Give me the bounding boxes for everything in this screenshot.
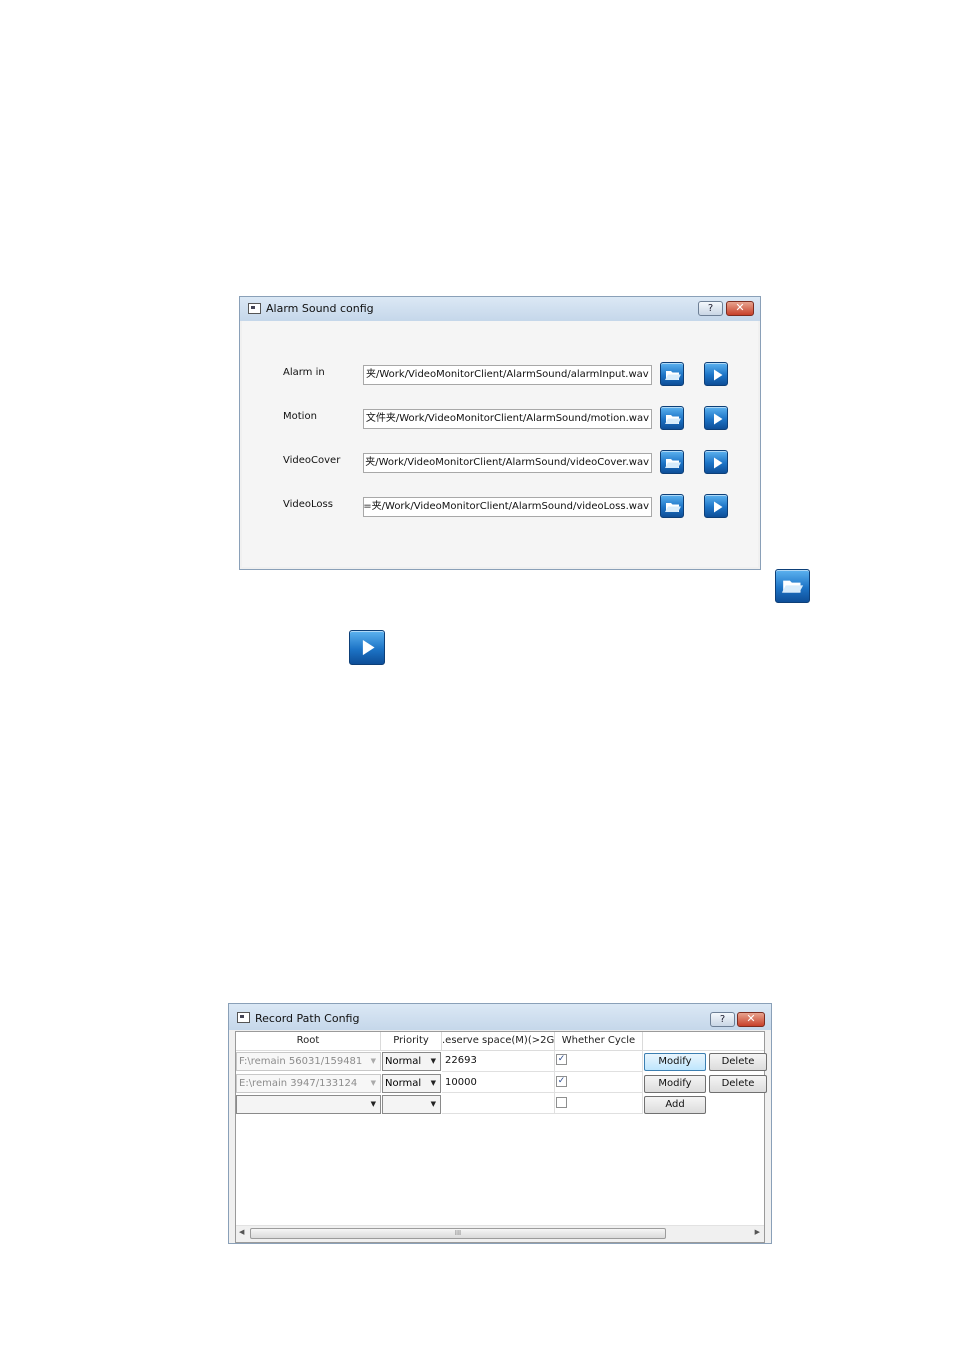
chevron-down-icon: ▼ — [430, 1079, 436, 1087]
play-icon-sample — [349, 630, 385, 665]
chevron-down-icon: ▼ — [370, 1057, 376, 1065]
column-header-reserve-space[interactable]: .eserve space(M)(>2G — [442, 1032, 555, 1051]
modify-button[interactable]: Modify — [644, 1075, 706, 1093]
delete-button[interactable]: Delete — [709, 1053, 767, 1071]
scrollbar-grip: III — [454, 1229, 462, 1237]
alarm-sound-config-dialog: Alarm Sound config ? ✕ Alarm in 夹/Work/V… — [239, 296, 761, 570]
priority-combobox[interactable]: Normal ▼ — [382, 1052, 441, 1071]
title-bar: Record Path Config ? ✕ — [229, 1004, 771, 1030]
videoloss-play-button[interactable] — [704, 494, 728, 518]
alarm-in-path-text: 夹/Work/VideoMonitorClient/AlarmSound/ala… — [366, 369, 649, 380]
whether-cycle-checkbox[interactable] — [556, 1097, 567, 1108]
play-icon — [362, 639, 375, 656]
close-button[interactable]: ✕ — [726, 301, 754, 316]
play-icon — [714, 413, 723, 425]
folder-open-icon — [665, 371, 681, 380]
whether-cycle-checkbox[interactable]: ✓ — [556, 1054, 567, 1065]
videoloss-path-text: =夹/Work/VideoMonitorClient/AlarmSound/vi… — [363, 501, 649, 512]
root-combobox[interactable]: E:\remain 3947/133124 ▼ — [236, 1074, 381, 1093]
delete-button[interactable]: Delete — [709, 1075, 767, 1093]
cycle-cell — [555, 1072, 643, 1093]
alarm-in-path-input[interactable]: 夹/Work/VideoMonitorClient/AlarmSound/ala… — [363, 365, 652, 385]
priority-combobox[interactable]: Normal ▼ — [382, 1074, 441, 1093]
reserve-space-value[interactable]: 10000 — [445, 1073, 477, 1092]
window-icon — [248, 303, 261, 314]
root-value: E:\remain 3947/133124 — [239, 1078, 358, 1089]
cycle-cell — [555, 1093, 643, 1114]
chevron-down-icon: ▼ — [370, 1079, 376, 1087]
videocover-play-button[interactable] — [704, 450, 728, 474]
root-value: F:\remain 56031/159481 — [239, 1056, 363, 1067]
dialog-title: Alarm Sound config — [266, 302, 374, 315]
play-icon — [714, 457, 723, 469]
folder-open-icon — [665, 415, 681, 424]
folder-open-icon — [665, 459, 681, 468]
videocover-path-input[interactable]: 夹/Work/VideoMonitorClient/AlarmSound/vid… — [363, 453, 652, 473]
title-bar: Alarm Sound config ? ✕ — [240, 297, 760, 321]
root-combobox[interactable]: F:\remain 56031/159481 ▼ — [236, 1052, 381, 1071]
motion-browse-button[interactable] — [660, 406, 684, 430]
record-path-table: Root Priority .eserve space(M)(>2G Wheth… — [235, 1031, 767, 1243]
column-header-priority[interactable]: Priority — [381, 1032, 442, 1051]
alarm-in-play-button[interactable] — [704, 362, 728, 386]
chevron-down-icon: ▼ — [370, 1100, 376, 1108]
scrollbar-thumb[interactable]: III — [250, 1228, 666, 1239]
videocover-label: VideoCover — [283, 455, 341, 466]
play-icon — [714, 369, 723, 381]
videoloss-browse-button[interactable] — [660, 494, 684, 518]
priority-combobox[interactable]: ▼ — [382, 1095, 441, 1114]
scroll-left-icon[interactable]: ◀ — [239, 1228, 244, 1236]
window-icon — [237, 1012, 250, 1023]
alarm-in-label: Alarm in — [283, 367, 325, 378]
whether-cycle-checkbox[interactable]: ✓ — [556, 1076, 567, 1087]
close-button[interactable]: ✕ — [737, 1012, 765, 1027]
cycle-cell — [555, 1051, 643, 1072]
scroll-right-icon[interactable]: ▶ — [755, 1228, 760, 1236]
priority-value: Normal — [385, 1078, 422, 1089]
priority-value: Normal — [385, 1056, 422, 1067]
motion-path-text: 文件夹/Work/VideoMonitorClient/AlarmSound/m… — [365, 413, 649, 424]
reserve-cell — [442, 1093, 555, 1114]
motion-label: Motion — [283, 411, 317, 422]
chevron-down-icon: ▼ — [430, 1057, 436, 1065]
videoloss-path-input[interactable]: =夹/Work/VideoMonitorClient/AlarmSound/vi… — [363, 497, 652, 517]
chevron-down-icon: ▼ — [430, 1100, 436, 1108]
column-header-actions — [643, 1032, 764, 1051]
folder-open-icon — [665, 503, 681, 512]
motion-play-button[interactable] — [704, 406, 728, 430]
horizontal-scrollbar[interactable]: ◀ III ▶ — [236, 1225, 764, 1242]
help-button[interactable]: ? — [710, 1012, 735, 1027]
browse-icon-sample — [775, 569, 810, 603]
play-icon — [714, 501, 723, 513]
help-button[interactable]: ? — [698, 301, 723, 316]
folder-open-icon — [781, 580, 804, 593]
alarm-in-browse-button[interactable] — [660, 362, 684, 386]
videocover-path-text: 夹/Work/VideoMonitorClient/AlarmSound/vid… — [365, 457, 649, 468]
column-header-root[interactable]: Root — [236, 1032, 381, 1051]
record-path-config-dialog: Record Path Config ? ✕ Root Priority .es… — [228, 1003, 772, 1244]
dialog-title: Record Path Config — [255, 1012, 360, 1025]
reserve-space-value[interactable]: 22693 — [445, 1051, 477, 1070]
dialog-body: Alarm in 夹/Work/VideoMonitorClient/Alarm… — [242, 321, 758, 567]
motion-path-input[interactable]: 文件夹/Work/VideoMonitorClient/AlarmSound/m… — [363, 409, 652, 429]
modify-button[interactable]: Modify — [644, 1053, 706, 1071]
root-combobox[interactable]: ▼ — [236, 1095, 381, 1114]
add-button[interactable]: Add — [644, 1096, 706, 1114]
column-header-whether-cycle[interactable]: Whether Cycle — [555, 1032, 643, 1051]
videoloss-label: VideoLoss — [283, 499, 333, 510]
videocover-browse-button[interactable] — [660, 450, 684, 474]
